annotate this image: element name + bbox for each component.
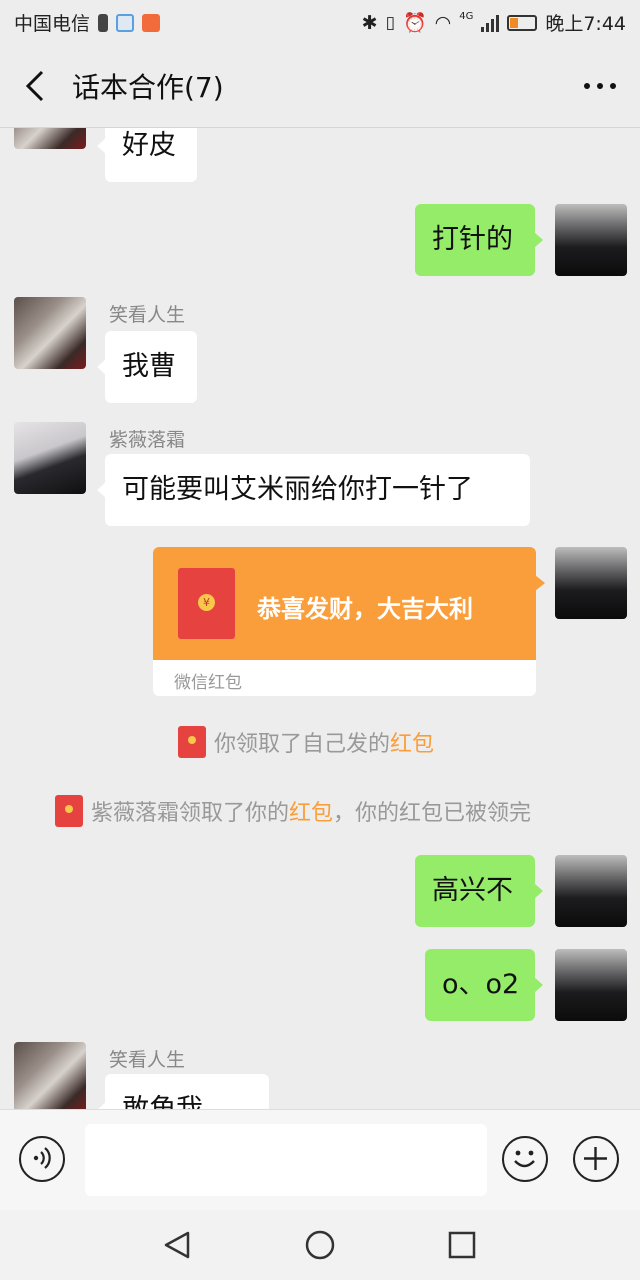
rose-avatar[interactable] xyxy=(14,297,86,369)
more-options-button[interactable] xyxy=(582,72,618,100)
status-left: 中国电信 xyxy=(14,9,161,36)
red-envelope-icon: ¥ xyxy=(178,568,235,639)
cap-girl-avatar[interactable] xyxy=(555,204,627,276)
nav-back-icon[interactable] xyxy=(162,1229,194,1261)
girl-avatar[interactable] xyxy=(14,422,86,494)
message-bubble[interactable]: 打针的 xyxy=(415,204,543,276)
message-bubble[interactable]: 敢角我 xyxy=(97,1074,269,1109)
sim-icon xyxy=(98,13,109,32)
plus-icon xyxy=(584,1147,607,1170)
add-button[interactable] xyxy=(573,1136,619,1182)
back-button[interactable] xyxy=(20,66,56,106)
status-right: ✱ ▯ ⏰ ◠ 4G 晚上7:44 xyxy=(362,9,626,36)
message-bubble[interactable]: 可能要叫艾米丽给你打一针了 xyxy=(97,454,530,526)
voice-button[interactable] xyxy=(19,1136,65,1182)
yuan-coin-icon: ¥ xyxy=(198,594,215,611)
qq-icon xyxy=(116,13,135,32)
sender-name: 紫薇落霜 xyxy=(109,429,186,451)
red-packet-link[interactable]: 红包 xyxy=(390,732,434,757)
red-packet-icon xyxy=(178,726,206,758)
notice-text: 你领取了自己发的 xyxy=(214,732,391,757)
emoji-button[interactable] xyxy=(502,1136,548,1182)
rose-avatar[interactable] xyxy=(14,128,86,149)
cap-girl-avatar[interactable] xyxy=(555,547,627,619)
system-notice: 你领取了自己发的红包 xyxy=(178,726,434,758)
chevron-left-icon xyxy=(25,70,44,102)
notice-text: 紫薇落霜领取了你的 xyxy=(91,801,290,826)
red-packet-label: 微信红包 xyxy=(174,673,242,693)
red-packet-icon xyxy=(55,795,83,827)
system-notice: 紫薇落霜领取了你的红包，你的红包已被领完 xyxy=(55,795,531,827)
red-packet-card[interactable]: ¥ 恭喜发财，大吉大利 微信红包 xyxy=(153,547,545,696)
message-bubble[interactable]: 高兴不 xyxy=(415,855,543,927)
bluetooth-icon: ✱ xyxy=(361,11,378,34)
message-input[interactable] xyxy=(85,1124,487,1196)
video-app-icon xyxy=(142,13,161,32)
carrier-label: 中国电信 xyxy=(14,13,91,35)
chat-area[interactable]: 好皮 打针的 笑看人生 我曹 紫薇落霜 可能要叫艾米丽给你打一针了 ¥ 恭喜发财… xyxy=(0,128,640,1109)
red-packet-link[interactable]: 红包 xyxy=(289,801,333,826)
cap-girl-avatar[interactable] xyxy=(555,949,627,1021)
chat-title: 话本合作(7) xyxy=(72,71,224,104)
red-packet-greeting: 恭喜发财，大吉大利 xyxy=(257,595,473,623)
battery-icon xyxy=(507,14,538,31)
network-type-label: 4G xyxy=(459,11,474,22)
alarm-icon: ⏰ xyxy=(402,12,427,34)
notice-text: ，你的红包已被领完 xyxy=(333,801,532,826)
wifi-icon: ◠ xyxy=(434,11,452,34)
more-dots-icon xyxy=(584,83,616,89)
voice-icon xyxy=(33,1147,51,1169)
message-bubble[interactable]: o、o2 xyxy=(425,949,543,1021)
message-bubble[interactable]: 好皮 xyxy=(97,128,197,182)
status-bar: 中国电信 ✱ ▯ ⏰ ◠ 4G 晚上7:44 xyxy=(0,0,640,44)
clock-label: 晚上7:44 xyxy=(545,13,626,35)
signal-icon xyxy=(481,14,500,32)
chat-header: 话本合作(7) xyxy=(0,44,640,128)
nav-home-icon[interactable] xyxy=(304,1229,336,1261)
cap-girl-avatar[interactable] xyxy=(555,855,627,927)
smiley-icon xyxy=(514,1150,535,1168)
input-bar xyxy=(0,1109,640,1210)
nav-recents-icon[interactable] xyxy=(446,1229,478,1261)
rose-avatar[interactable] xyxy=(14,1042,86,1109)
sender-name: 笑看人生 xyxy=(109,304,186,326)
red-packet-top: ¥ 恭喜发财，大吉大利 xyxy=(153,547,545,660)
sender-name: 笑看人生 xyxy=(109,1049,186,1071)
message-bubble[interactable]: 我曹 xyxy=(97,331,197,403)
system-navigation-bar xyxy=(0,1210,640,1280)
vibrate-icon: ▯ xyxy=(385,12,395,33)
